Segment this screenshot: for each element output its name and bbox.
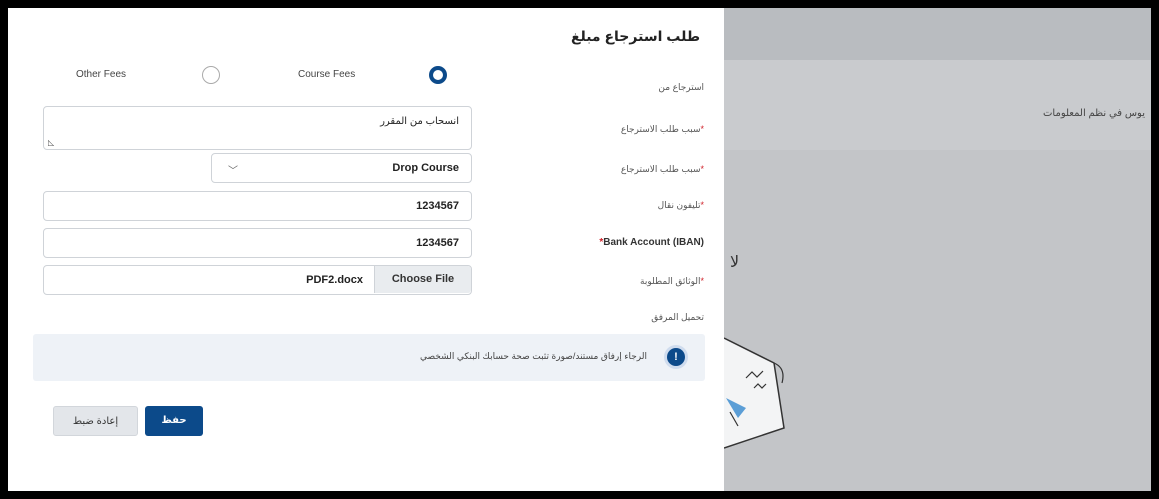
mobile-input[interactable]: 1234567 — [43, 191, 472, 221]
reason-text-label-text: سبب طلب الاسترجاع — [620, 124, 701, 134]
reason-select[interactable]: ﹀ Drop Course — [211, 153, 472, 183]
selected-file-name: PDF2.docx — [306, 274, 363, 286]
reason-select-label-text: سبب طلب الاسترجاع — [620, 164, 701, 174]
mobile-input-value: 1234567 — [416, 200, 459, 212]
required-mark: * — [700, 200, 704, 210]
app-frame: يوس في نظم المعلومات لا طلب استرجاع مبلغ… — [8, 8, 1151, 491]
reason-select-label: *سبب طلب الاسترجاع — [621, 164, 704, 175]
drawer-title: طلب استرجاع مبلغ — [570, 28, 700, 44]
save-button[interactable]: حفظ — [145, 406, 203, 436]
mobile-label: *تليفون نقال — [658, 200, 704, 211]
required-mark: * — [700, 164, 704, 174]
radio-course-fees[interactable] — [429, 66, 447, 84]
iban-label: *Bank Account (IBAN) — [599, 237, 704, 248]
required-mark: * — [700, 124, 704, 134]
download-attachment-link[interactable]: تحميل المرفق — [651, 312, 704, 323]
iban-input[interactable]: 1234567 — [43, 228, 472, 258]
chevron-down-icon: ﹀ — [228, 166, 238, 177]
choose-file-button[interactable]: Choose File — [374, 266, 471, 293]
background-band-text: يوس في نظم المعلومات — [1043, 108, 1145, 119]
background-side-text: لا — [730, 254, 740, 271]
file-input[interactable]: Choose File PDF2.docx — [43, 265, 472, 295]
radio-course-fees-label: Course Fees — [298, 69, 356, 80]
empty-state-illustration — [724, 337, 785, 449]
radio-other-fees-label: Other Fees — [76, 69, 127, 80]
refund-from-label: استرجاع من — [658, 82, 704, 92]
resize-handle-icon[interactable]: ◺ — [48, 138, 54, 147]
background-page: يوس في نظم المعلومات لا — [724, 8, 1151, 491]
reason-textarea[interactable]: انسحاب من المقرر ◺ — [43, 106, 472, 150]
iban-label-text: Bank Account (IBAN) — [603, 237, 704, 248]
documents-label: *الوثائق المطلوبة — [640, 276, 704, 287]
background-header — [724, 8, 1151, 60]
info-note: ! الرجاء إرفاق مستند/صورة تثبت صحة حسابك… — [33, 334, 705, 381]
radio-other-fees[interactable] — [202, 66, 220, 84]
documents-label-text: الوثائق المطلوبة — [640, 276, 701, 286]
background-band: يوس في نظم المعلومات — [724, 60, 1151, 150]
reason-select-value: Drop Course — [392, 162, 459, 174]
iban-input-value: 1234567 — [416, 237, 459, 249]
info-icon: ! — [667, 348, 685, 366]
refund-request-drawer: طلب استرجاع مبلغ استرجاع من Course Fees … — [8, 8, 724, 491]
info-note-text: الرجاء إرفاق مستند/صورة تثبت صحة حسابك ا… — [420, 351, 647, 361]
reason-textarea-value: انسحاب من المقرر — [380, 116, 459, 127]
mobile-label-text: تليفون نقال — [657, 200, 701, 210]
reset-button[interactable]: إعادة ضبط — [53, 406, 138, 436]
required-mark: * — [700, 276, 704, 286]
reason-text-label: *سبب طلب الاسترجاع — [621, 124, 704, 135]
